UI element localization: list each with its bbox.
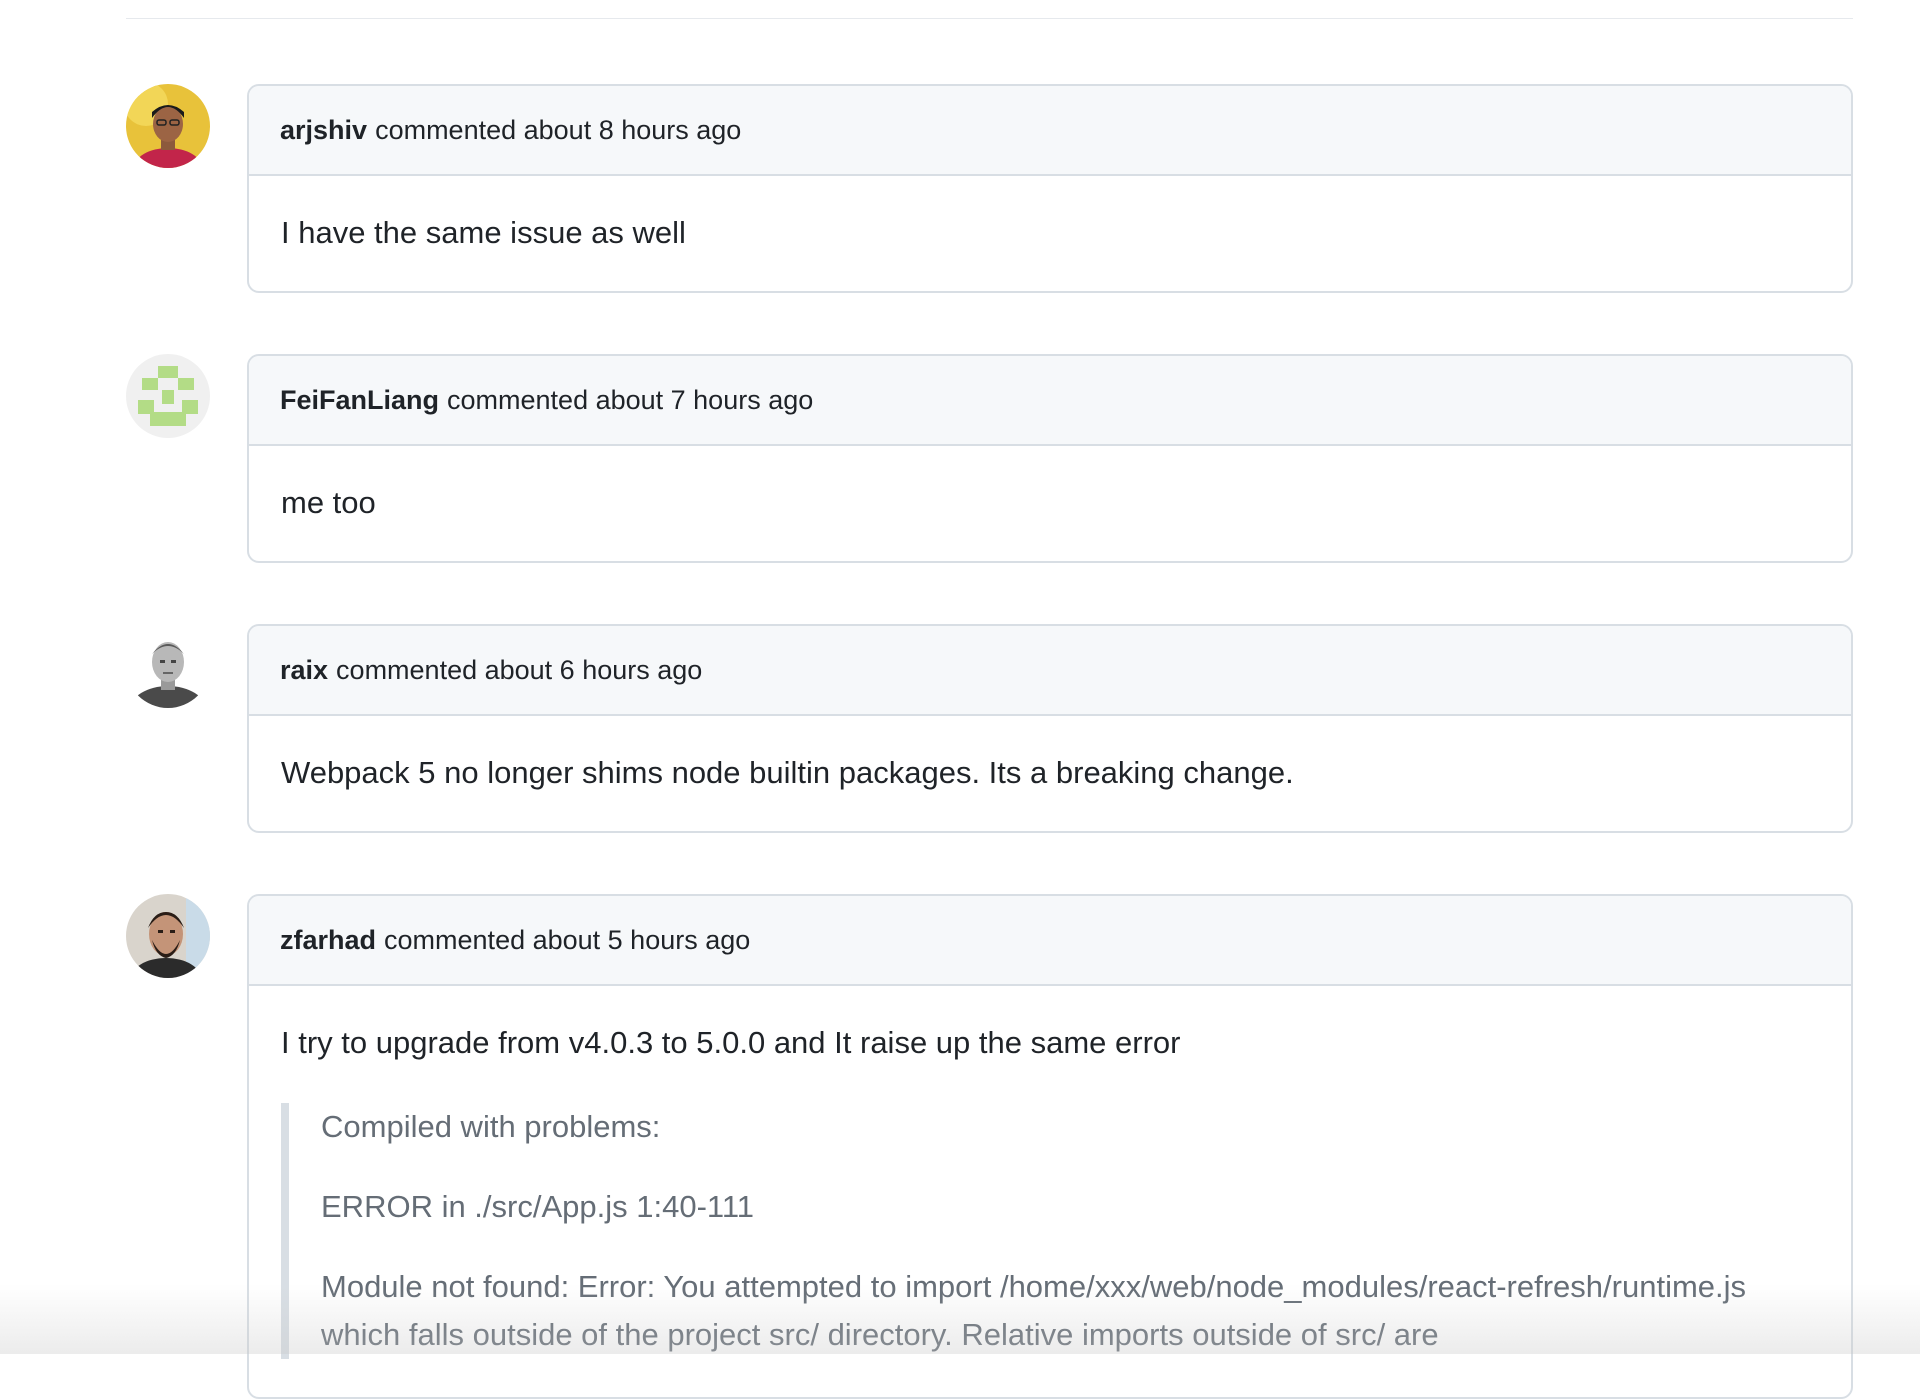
avatar[interactable] [126,894,210,978]
comment-header: raix commented about 6 hours ago [249,626,1851,716]
comment-author-link[interactable]: FeiFanLiang [280,385,439,416]
comment-item: arjshiv commented about 8 hours ago I ha… [126,84,1853,293]
error-blockquote: Compiled with problems: ERROR in ./src/A… [281,1103,1819,1359]
comment-text: I try to upgrade from v4.0.3 to 5.0.0 an… [281,1025,1181,1060]
comment-author-link[interactable]: arjshiv [280,115,367,146]
comment-header: arjshiv commented about 8 hours ago [249,86,1851,176]
comment-header: zfarhad commented about 5 hours ago [249,896,1851,986]
comment-timestamp: commented about 7 hours ago [447,384,814,415]
comment-card: arjshiv commented about 8 hours ago I ha… [247,84,1853,293]
avatar[interactable] [126,84,210,168]
avatar[interactable] [126,624,210,708]
comment-body: I have the same issue as well [249,176,1851,291]
comment-timestamp: commented about 8 hours ago [375,114,742,145]
comment-body: me too [249,446,1851,561]
comment-card: zfarhad commented about 5 hours ago I tr… [247,894,1853,1399]
avatar-photo-icon [126,624,210,708]
identicon-avatar-icon [126,354,210,438]
top-divider [126,18,1853,19]
avatar[interactable] [126,354,210,438]
comment-item: FeiFanLiang commented about 7 hours ago … [126,354,1853,563]
comment-card: raix commented about 6 hours ago Webpack… [247,624,1853,833]
comment-timeline: arjshiv commented about 8 hours ago I ha… [126,84,1853,1399]
comment-text: I have the same issue as well [281,215,686,250]
comment-author-link[interactable]: zfarhad [280,925,376,956]
quote-line: ERROR in ./src/App.js 1:40-111 [321,1189,755,1224]
comment-body: I try to upgrade from v4.0.3 to 5.0.0 an… [249,986,1851,1397]
comment-text: me too [281,485,376,520]
comment-card: FeiFanLiang commented about 7 hours ago … [247,354,1853,563]
comment-timestamp: commented about 5 hours ago [384,924,751,955]
avatar-photo-icon [126,84,210,168]
quote-line: Compiled with problems: [321,1109,661,1144]
quote-line: Module not found: Error: You attempted t… [321,1269,1747,1352]
comment-text: Webpack 5 no longer shims node builtin p… [281,755,1294,790]
comment-timestamp: commented about 6 hours ago [336,654,703,685]
comment-item: raix commented about 6 hours ago Webpack… [126,624,1853,833]
comment-author-link[interactable]: raix [280,655,328,686]
avatar-photo-icon [126,894,210,978]
comment-body: Webpack 5 no longer shims node builtin p… [249,716,1851,831]
comment-header: FeiFanLiang commented about 7 hours ago [249,356,1851,446]
